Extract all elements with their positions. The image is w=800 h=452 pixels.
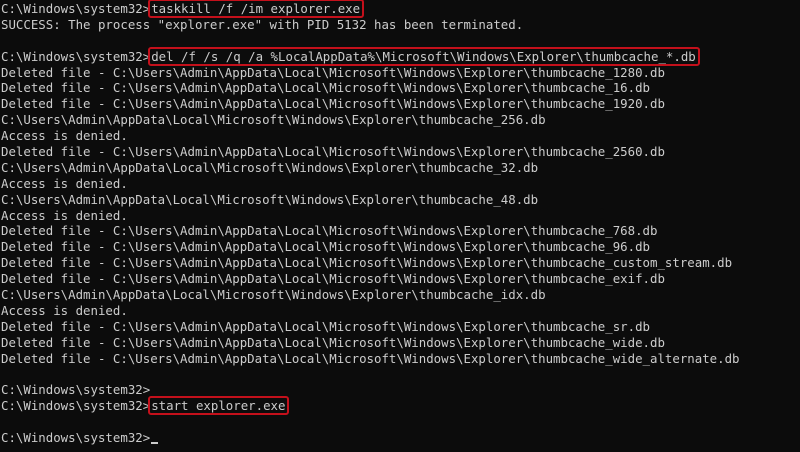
output-line: Access is denied. — [1, 207, 128, 223]
output-line: C:\Users\Admin\AppData\Local\Microsoft\W… — [1, 159, 539, 175]
output-line: Access is denied. — [1, 128, 128, 144]
output-line: Deleted file - C:\Users\Admin\AppData\Lo… — [1, 334, 665, 350]
output-line: Deleted file - C:\Users\Admin\AppData\Lo… — [1, 271, 665, 287]
text-cursor — [151, 442, 159, 445]
output-line: C:\Users\Admin\AppData\Local\Microsoft\W… — [1, 191, 539, 207]
prompt: C:\Windows\system32> — [1, 398, 151, 414]
highlighted-command: del /f /s /q /a %LocalAppData%\Microsoft… — [148, 46, 700, 66]
output-line: C:\Users\Admin\AppData\Local\Microsoft\W… — [1, 287, 546, 303]
output-line: Deleted file - C:\Users\Admin\AppData\Lo… — [1, 223, 658, 239]
command-line: C:\Windows\system32>taskkill /f /im expl… — [1, 0, 800, 18]
command-prompt-console[interactable]: C:\Windows\system32>taskkill /f /im expl… — [0, 0, 800, 452]
output-line: Deleted file - C:\Users\Admin\AppData\Lo… — [1, 239, 651, 255]
output-line: C:\Users\Admin\AppData\Local\Microsoft\W… — [1, 112, 546, 128]
output-line: Deleted file - C:\Users\Admin\AppData\Lo… — [1, 350, 740, 366]
prompt: C:\Windows\system32> — [1, 1, 151, 16]
command-line: C:\Windows\system32> — [1, 430, 800, 446]
output-line: Access is denied. — [1, 175, 128, 191]
output-line: Deleted file - C:\Users\Admin\AppData\Lo… — [1, 96, 665, 112]
highlighted-command: start explorer.exe — [148, 396, 290, 416]
output-line: SUCCESS: The process "explorer.exe" with… — [1, 16, 524, 32]
output-line: Deleted file - C:\Users\Admin\AppData\Lo… — [1, 318, 651, 334]
command-line: C:\Windows\system32>del /f /s /q /a %Loc… — [1, 46, 800, 66]
highlighted-command: taskkill /f /im explorer.exe — [148, 0, 365, 18]
output-line: Deleted file - C:\Users\Admin\AppData\Lo… — [1, 80, 651, 96]
command-line: C:\Windows\system32> — [1, 382, 800, 398]
prompt: C:\Windows\system32> — [1, 430, 151, 446]
output-line: Deleted file - C:\Users\Admin\AppData\Lo… — [1, 255, 733, 271]
output-line: Deleted file - C:\Users\Admin\AppData\Lo… — [1, 64, 665, 80]
command-line: C:\Windows\system32>start explorer.exe — [1, 396, 800, 416]
prompt: C:\Windows\system32> — [1, 48, 151, 64]
prompt: C:\Windows\system32> — [1, 382, 151, 398]
output-line: Deleted file - C:\Users\Admin\AppData\Lo… — [1, 144, 665, 160]
output-line: Access is denied. — [1, 302, 128, 318]
